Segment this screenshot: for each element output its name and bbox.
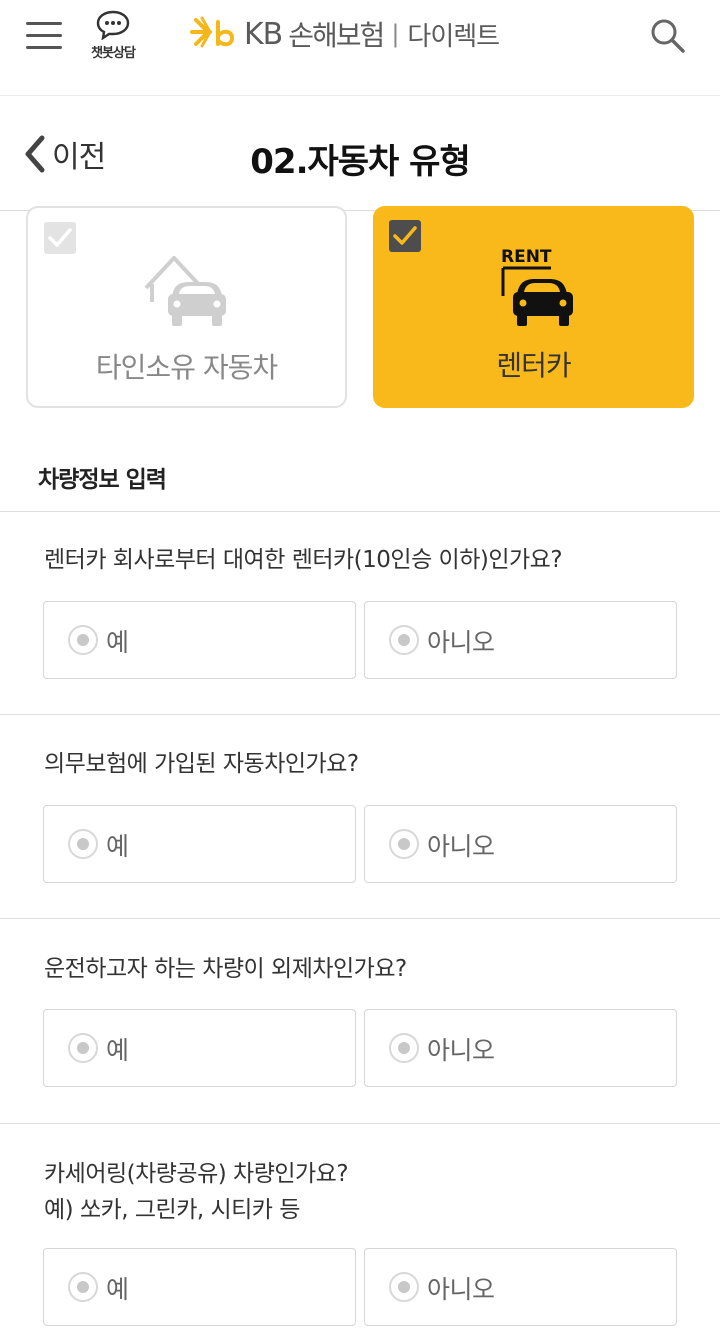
answer-no-option[interactable]: 아니오: [364, 1009, 677, 1087]
logo-brand-text: 손해보험: [288, 19, 385, 52]
chat-bubble-icon: [96, 10, 130, 40]
rent-car-icon: RENT: [501, 247, 573, 326]
radio-icon: [68, 625, 98, 655]
question-imported-car: 운전하고자 하는 차량이 외제차인가요?: [44, 956, 407, 982]
question-line-2: 예) 쏘카, 그린카, 시티카 등: [44, 1197, 300, 1223]
answer-no-label: 아니오: [427, 1036, 495, 1065]
radio-icon: [389, 829, 419, 859]
divider: [0, 714, 720, 715]
logo-separator: |: [391, 20, 400, 48]
answer-no-label: 아니오: [427, 628, 495, 657]
question-car-sharing: 카세어링(차량공유) 차량인가요? 예) 쏘카, 그린카, 시티카 등: [44, 1156, 349, 1228]
check-icon: [48, 228, 72, 247]
checkbox-unchecked[interactable]: [44, 222, 76, 254]
answer-yes-option[interactable]: 예: [43, 1248, 356, 1326]
top-header: 챗봇상담 KB 손해보험 | 다이렉트: [0, 0, 720, 96]
question-line-1: 카세어링(차량공유) 차량인가요?: [44, 1161, 349, 1187]
radio-icon: [389, 625, 419, 655]
chevron-left-icon: [25, 135, 45, 173]
house-car-icon: [144, 256, 226, 326]
divider: [0, 511, 720, 512]
search-icon[interactable]: [648, 16, 688, 56]
rent-icon-text: RENT: [501, 247, 552, 267]
answer-no-option[interactable]: 아니오: [364, 601, 677, 679]
answer-yes-label: 예: [106, 1275, 129, 1304]
chatbot-button[interactable]: 챗봇상담: [86, 10, 140, 66]
vehicle-type-other-owner-card[interactable]: 타인소유 자동차: [26, 206, 347, 408]
vehicle-type-label: 렌터카: [496, 349, 571, 382]
divider: [0, 1123, 720, 1124]
chatbot-label: 챗봇상담: [91, 46, 136, 61]
answer-yes-label: 예: [106, 628, 129, 657]
hamburger-menu-icon[interactable]: [26, 20, 64, 52]
section-title: 차량정보 입력: [38, 467, 167, 493]
radio-icon: [389, 1272, 419, 1302]
answer-yes-option[interactable]: 예: [43, 805, 356, 883]
question-mandatory-insurance: 의무보험에 가입된 자동차인가요?: [44, 751, 359, 777]
divider: [0, 918, 720, 919]
vehicle-type-rental-card[interactable]: RENT 렌터카: [373, 206, 694, 408]
answer-no-label: 아니오: [427, 1275, 495, 1304]
radio-icon: [68, 1272, 98, 1302]
page-subheader: 02.자동차 유형 이전: [0, 96, 720, 211]
kb-star-logo-icon: [190, 16, 235, 48]
radio-icon: [68, 1033, 98, 1063]
answer-yes-option[interactable]: 예: [43, 1009, 356, 1087]
page-title: 02.자동차 유형: [250, 142, 470, 182]
answer-yes-label: 예: [106, 832, 129, 861]
back-button[interactable]: 이전: [22, 134, 106, 175]
answer-no-label: 아니오: [427, 832, 495, 861]
radio-icon: [389, 1033, 419, 1063]
logo-direct-text: 다이렉트: [407, 21, 500, 52]
answer-no-option[interactable]: 아니오: [364, 1248, 677, 1326]
question-rental-company: 렌터카 회사로부터 대여한 렌터카(10인승 이하)인가요?: [44, 547, 563, 573]
answer-yes-label: 예: [106, 1036, 129, 1065]
kb-logo[interactable]: KB 손해보험 | 다이렉트: [190, 14, 500, 54]
logo-kb-text: KB: [244, 16, 283, 52]
answer-no-option[interactable]: 아니오: [364, 805, 677, 883]
back-label: 이전: [52, 140, 106, 175]
vehicle-type-label: 타인소유 자동차: [95, 351, 278, 384]
radio-icon: [68, 829, 98, 859]
check-icon: [393, 226, 417, 245]
answer-yes-option[interactable]: 예: [43, 601, 356, 679]
checkbox-checked[interactable]: [389, 220, 421, 252]
